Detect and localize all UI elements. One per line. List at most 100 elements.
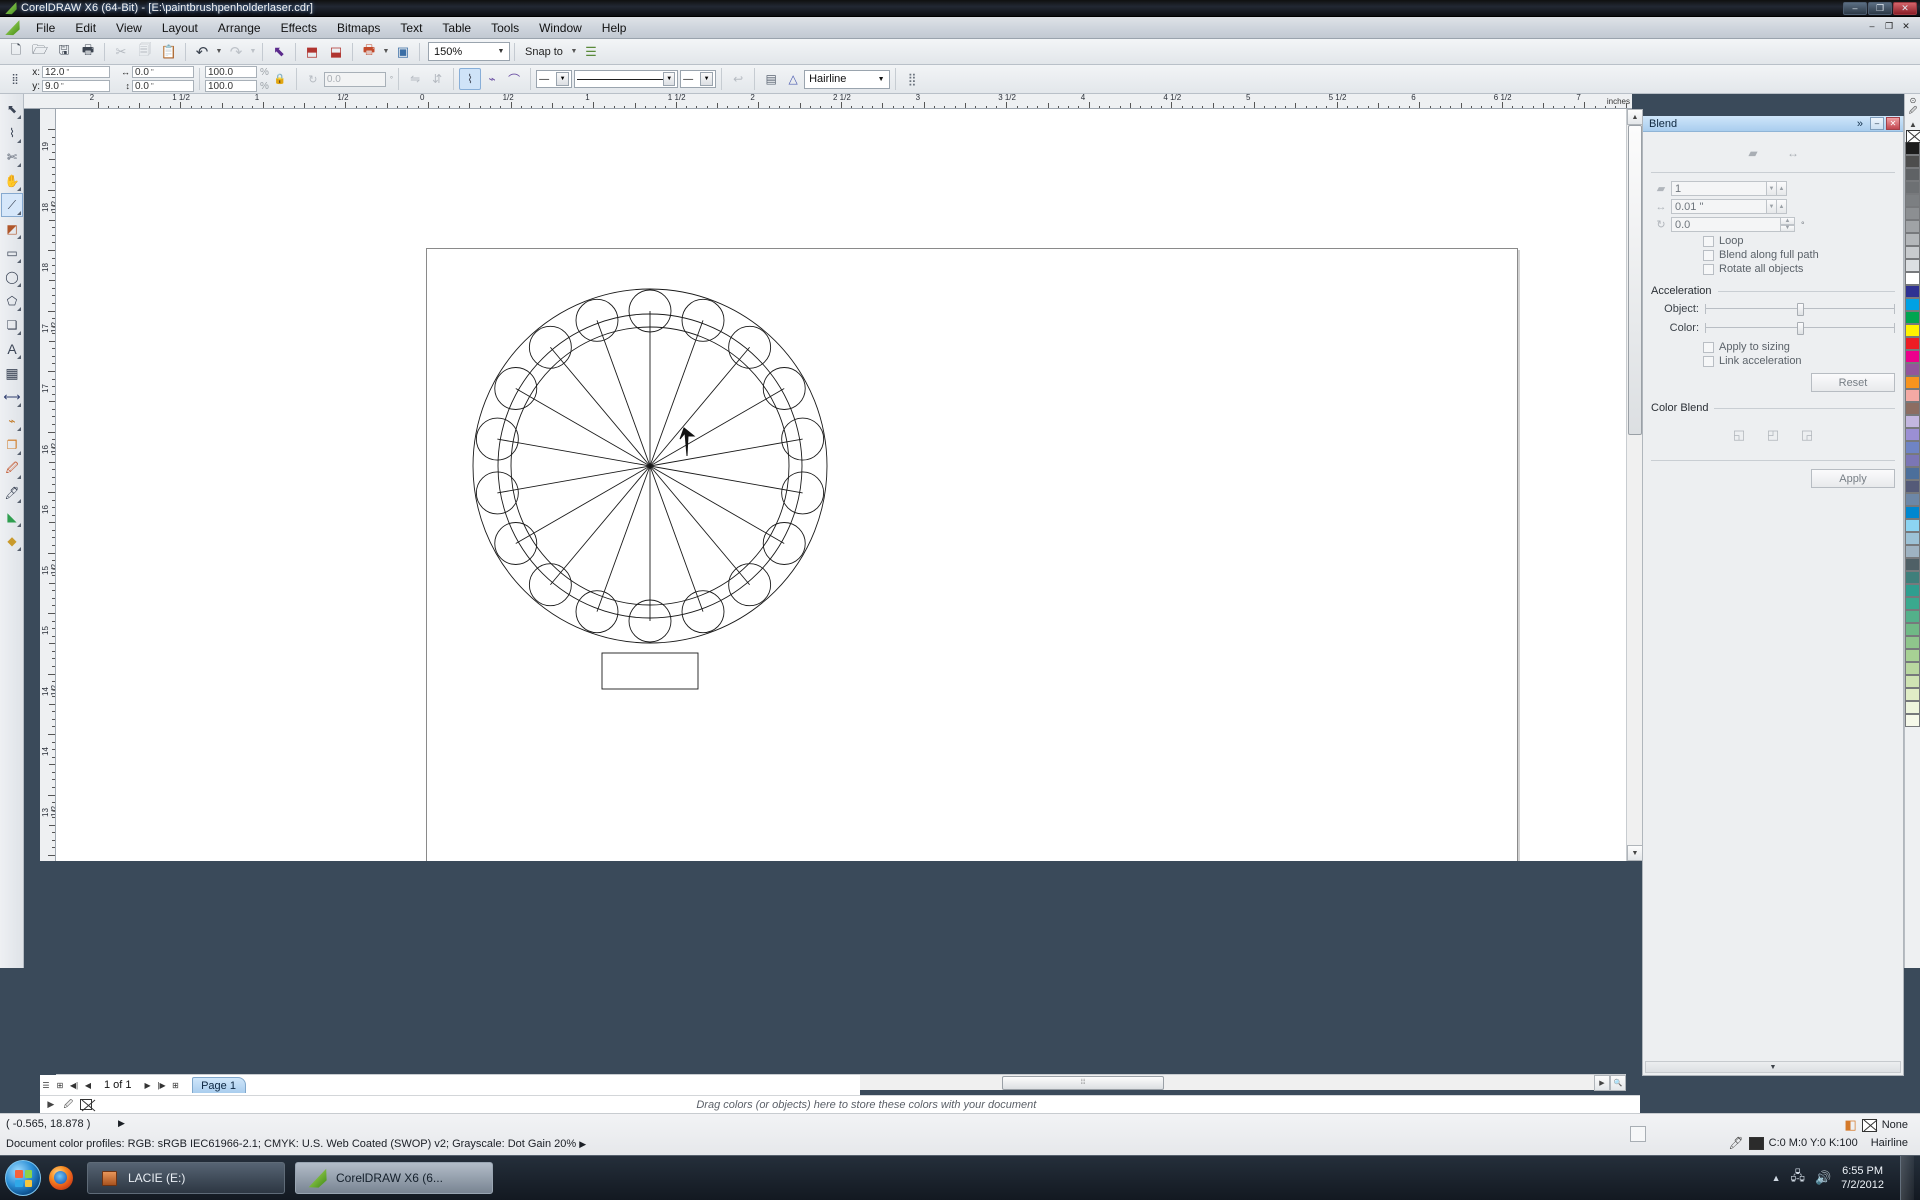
palette-none-swatch[interactable] [1905,129,1920,143]
copy-icon[interactable]: 🗐 [133,41,157,63]
vertical-scroll-thumb[interactable] [1628,125,1642,435]
add-page-before-icon[interactable]: ⊞ [54,1078,66,1092]
start-button[interactable] [5,1160,41,1196]
publish-dropdown-icon[interactable]: ▼ [381,41,391,63]
vertical-scrollbar[interactable]: ▲ ▼ [1626,109,1643,861]
vertical-ruler[interactable]: inches 19 18 1/2 18 17 1/2 17 16 1/2 16 15 1/2 1… [40,109,56,861]
palette-none-swatch[interactable] [79,1098,93,1112]
palette-swatch[interactable] [1905,688,1920,701]
connector-tool[interactable]: ⌁ [1,409,23,433]
palette-swatch[interactable] [1905,142,1920,155]
text-tool[interactable]: A [1,337,23,361]
text-wrap-icon[interactable]: ▤ [760,68,782,90]
palette-swatch[interactable] [1905,298,1920,311]
network-icon[interactable]: 🖧 [1790,1167,1805,1189]
blend-along-full-path-checkbox[interactable] [1703,249,1714,261]
menu-edit[interactable]: Edit [65,19,106,37]
close-button[interactable]: ✕ [1893,1,1917,15]
volume-icon[interactable]: 🔊 [1815,1170,1831,1186]
palette-swatch[interactable] [1905,558,1920,571]
palette-swatch[interactable] [1905,350,1920,363]
palette-swatch[interactable] [1905,636,1920,649]
menu-arrange[interactable]: Arrange [208,19,271,37]
apply-to-sizing-checkbox-row[interactable]: Apply to sizing [1703,341,1895,353]
chevron-down-icon[interactable]: ▼ [873,76,889,83]
menu-view[interactable]: View [106,19,152,37]
object-acceleration-knob[interactable] [1797,303,1804,316]
blend-rotation-increment[interactable]: ▲ [1781,217,1795,225]
horizontal-scroll-thumb[interactable]: ⦙⦙⦙ [1002,1076,1164,1090]
clock[interactable]: 6:55 PM 7/2/2012 [1841,1164,1884,1192]
color-eyedropper-tool[interactable]: 🖉 [1,457,23,481]
palette-swatch[interactable] [1905,311,1920,324]
palette-swatch[interactable] [1905,493,1920,506]
docker-minimize-button[interactable]: – [1870,117,1884,130]
start-arrowhead-combo[interactable]: — ▼ [536,70,573,88]
palette-swatch[interactable] [1905,454,1920,467]
palette-swatch-list[interactable] [1905,142,1920,727]
apply-to-sizing-checkbox[interactable] [1703,341,1714,353]
palette-swatch[interactable] [1905,168,1920,181]
loop-checkbox-row[interactable]: Loop [1703,235,1895,247]
freehand-curve-tool[interactable]: ⟋ [1,193,23,217]
show-hidden-icons-icon[interactable]: ▲ [1772,1173,1781,1183]
zoom-level-combo[interactable]: 150% ▼ [428,42,510,61]
palette-swatch[interactable] [1905,376,1920,389]
chevron-down-icon[interactable]: ▼ [700,72,714,86]
menu-tools[interactable]: Tools [481,19,529,37]
show-desktop-button[interactable] [1900,1155,1914,1200]
blend-tool[interactable]: ❐ [1,433,23,457]
doc-close-button[interactable]: ✕ [1898,21,1914,35]
open-document-button[interactable]: 🗁 [28,41,52,63]
spacing-blend-mode-button[interactable]: ↔ [1782,144,1804,162]
object-width-input[interactable]: 0.0 " [132,66,194,78]
blend-spacing-input[interactable]: 0.01 " [1671,199,1767,214]
menu-file[interactable]: File [26,19,65,37]
docker-close-button[interactable]: ✕ [1886,117,1900,130]
palette-swatch[interactable] [1905,519,1920,532]
palette-swatch[interactable] [1905,337,1920,350]
palette-swatch[interactable] [1905,610,1920,623]
first-page-button[interactable]: ◀| [68,1078,80,1092]
curve-mode-icon[interactable]: ⌒ [503,68,525,90]
blend-rotation-decrement[interactable]: ▼ [1781,224,1795,232]
document-palette-bar[interactable]: ▶ 🖉 Drag colors (or objects) here to sto… [40,1095,1640,1113]
palette-swatch[interactable] [1905,571,1920,584]
freehand-mode-icon[interactable]: ⌇ [459,68,482,90]
drawing-canvas[interactable] [56,109,1626,861]
previous-page-button[interactable]: ◀ [82,1078,94,1092]
palette-swatch[interactable] [1905,363,1920,376]
palette-swatch[interactable] [1905,545,1920,558]
docker-collapse-bar[interactable]: ▼ [1645,1061,1901,1073]
scale-vertical-input[interactable]: 100.0 [205,80,257,92]
add-page-after-icon[interactable]: ⊞ [170,1078,182,1092]
palette-swatch[interactable] [1905,207,1920,220]
link-acceleration-checkbox[interactable] [1703,355,1714,367]
object-acceleration-slider[interactable] [1705,303,1895,316]
publish-to-pdf-button[interactable]: 🖶 [357,41,381,63]
search-content-icon[interactable]: ⬉ [267,41,291,63]
vector-artwork[interactable] [56,109,1626,861]
page-tab-page-1[interactable]: Page 1 [191,1077,246,1093]
taskbar-coreldraw-button[interactable]: CorelDRAW X6 (6... [295,1162,493,1194]
docker-collapse-chevron-icon[interactable]: » [1857,118,1863,130]
palette-swatch[interactable] [1905,467,1920,480]
chevron-down-icon[interactable]: ▼ [493,48,509,55]
scroll-up-icon[interactable]: ▲ [1627,109,1643,125]
outline-color-swatch[interactable] [1748,1136,1764,1150]
blend-spacing-decrement[interactable]: ▼ [1767,199,1777,214]
blend-steps-input[interactable]: 1 [1671,181,1767,196]
blend-rotation-input[interactable]: 0.0 [1671,217,1781,232]
table-tool[interactable]: ▦ [1,361,23,385]
horizontal-ruler[interactable]: inches 21 1/2 1 1/2 0 1/2 1 1 1/2 2 2 1/2 3 3 1/2 4… [24,94,1632,109]
print-button[interactable]: 🖶 [76,41,100,63]
new-document-button[interactable]: 🗋 [4,41,28,63]
outline-width-combo[interactable]: Hairline ▼ [804,69,891,89]
rectangle-tool[interactable]: ▭ [1,241,23,265]
palette-swatch[interactable] [1905,441,1920,454]
chevron-down-icon[interactable]: ▼ [556,72,570,86]
palette-swatch[interactable] [1905,428,1920,441]
menu-bitmaps[interactable]: Bitmaps [327,19,390,37]
palette-swatch[interactable] [1905,194,1920,207]
palette-swatch[interactable] [1905,324,1920,337]
